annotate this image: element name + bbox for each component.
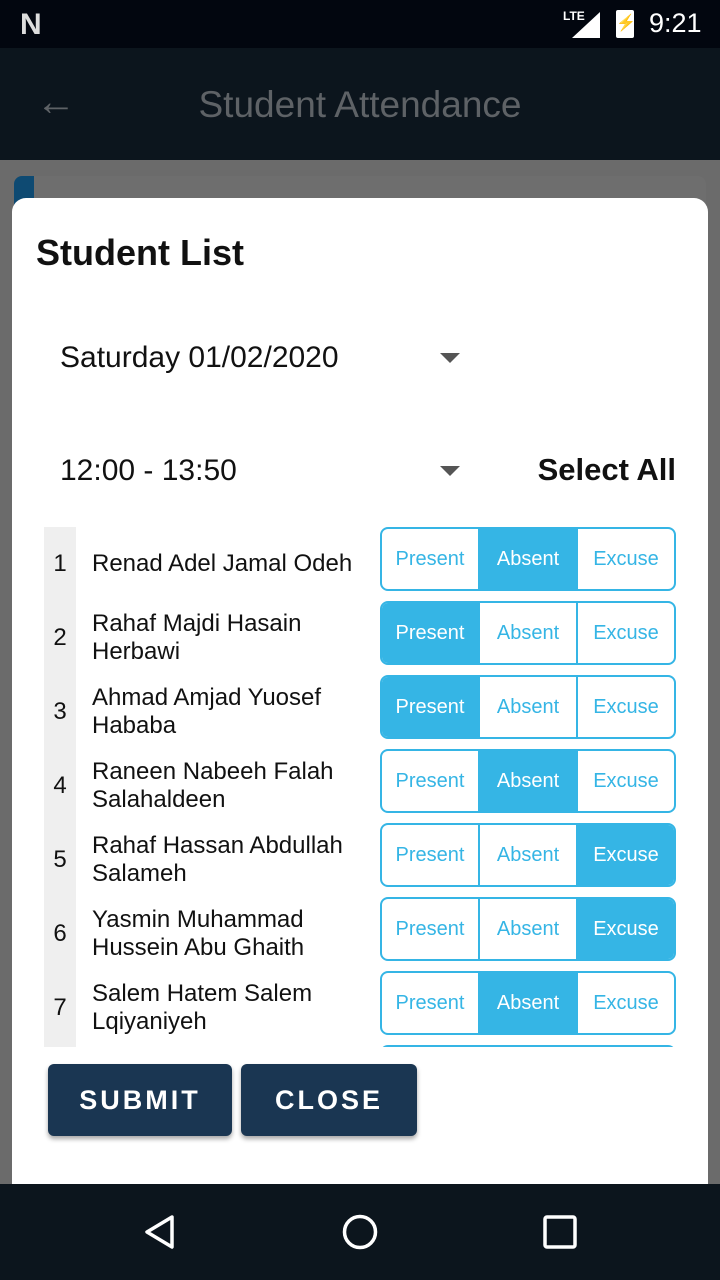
select-all-button[interactable]: Select All [538,452,676,488]
option-excuse[interactable]: Excuse [576,677,674,737]
student-name: Raneen Nabeeh Falah Salahaldeen [92,758,334,813]
option-excuse[interactable]: Excuse [576,751,674,811]
student-name: Ahmad Amjad Yuosef Hababa [92,684,322,739]
page-title: Student Attendance [198,84,522,125]
student-row: 3 Ahmad Amjad Yuosef Hababa Present Absent… [44,675,676,749]
student-number: 5 [44,823,76,897]
student-number: 1 [44,527,76,601]
attendance-toggle: PresentAbsentExcuse [380,527,676,591]
battery-charging-icon: ⚡ [616,10,636,38]
student-row: 6 Yasmin Muhammad Hussein Abu Ghaith Pres… [44,897,676,971]
option-absent[interactable]: Absent [478,603,576,663]
student-name: Rahaf Majdi Hasain Herbawi [92,610,302,665]
option-absent[interactable]: Absent [478,899,576,959]
option-present[interactable]: Present [382,529,478,589]
attendance-toggle: PresentAbsentExcuse [380,971,676,1035]
option-absent[interactable]: Absent [478,973,576,1033]
app-bar: ← Student Attendance [0,48,720,160]
option-present[interactable]: Present [382,973,478,1033]
back-triangle-icon[interactable] [142,1214,178,1250]
option-excuse[interactable]: Excuse [576,825,674,885]
time-dropdown[interactable]: 12:00 - 13:50 [60,454,460,488]
attendance-toggle: PresentAbsentExcuse [380,1045,676,1047]
attendance-toggle: PresentAbsentExcuse [380,823,676,887]
home-circle-icon[interactable] [342,1214,378,1250]
clock: 9:21 [649,8,702,38]
option-present[interactable]: Present [382,899,478,959]
student-number: 4 [44,749,76,823]
option-present[interactable]: Present [382,677,478,737]
recents-square-icon[interactable] [542,1214,578,1250]
close-button[interactable]: CLOSE [241,1064,417,1136]
attendance-toggle: PresentAbsentExcuse [380,897,676,961]
option-present[interactable]: Present [382,603,478,663]
status-bar: N LTE ⚡ 9:21 [0,0,720,48]
student-number [44,1045,76,1047]
option-absent[interactable]: Absent [478,677,576,737]
student-number: 2 [44,601,76,675]
student-row: PresentAbsentExcuse [44,1045,676,1047]
notification-n-icon: N [20,8,42,41]
student-list-dialog: Student List Saturday 01/02/2020 12:00 -… [12,198,708,1184]
option-present[interactable]: Present [382,825,478,885]
date-value: Saturday 01/02/2020 [60,341,339,374]
attendance-toggle: PresentAbsentExcuse [380,675,676,739]
dialog-title: Student List [36,232,244,273]
dropdown-arrow-icon [440,353,460,363]
option-excuse[interactable]: Excuse [576,899,674,959]
student-number: 3 [44,675,76,749]
option-absent[interactable]: Absent [478,529,576,589]
option-absent[interactable]: Absent [478,825,576,885]
student-row: 4 Raneen Nabeeh Falah Salahaldeen Present… [44,749,676,823]
student-list[interactable]: 1 Renad Adel Jamal Odeh Present Absent Excu… [44,527,676,1047]
option-excuse[interactable]: Excuse [576,603,674,663]
option-absent[interactable]: Absent [478,751,576,811]
student-row: 5 Rahaf Hassan Abdullah Salameh Present Ab… [44,823,676,897]
student-number: 6 [44,897,76,971]
student-row: 2 Rahaf Majdi Hasain Herbawi Present Absen… [44,601,676,675]
option-excuse[interactable]: Excuse [576,529,674,589]
student-row: 7 Salem Hatem Salem Lqiyaniyeh Present Abs… [44,971,676,1045]
student-row: 1 Renad Adel Jamal Odeh Present Absent Excu… [44,527,676,601]
student-name: Yasmin Muhammad Hussein Abu Ghaith [92,906,305,961]
navigation-bar [0,1184,720,1280]
dropdown-arrow-icon [440,466,460,476]
attendance-toggle: PresentAbsentExcuse [380,601,676,665]
option-present[interactable]: Present [382,751,478,811]
student-name: Rahaf Hassan Abdullah Salameh [92,832,343,887]
student-number: 7 [44,971,76,1045]
attendance-toggle: PresentAbsentExcuse [380,749,676,813]
option-excuse[interactable]: Excuse [576,973,674,1033]
date-dropdown[interactable]: Saturday 01/02/2020 [60,341,460,375]
time-value: 12:00 - 13:50 [60,454,237,487]
student-name: Salem Hatem Salem Lqiyaniyeh [92,980,313,1035]
submit-button[interactable]: SUBMIT [48,1064,232,1136]
student-name: Renad Adel Jamal Odeh [92,550,353,577]
signal-icon [572,12,600,38]
